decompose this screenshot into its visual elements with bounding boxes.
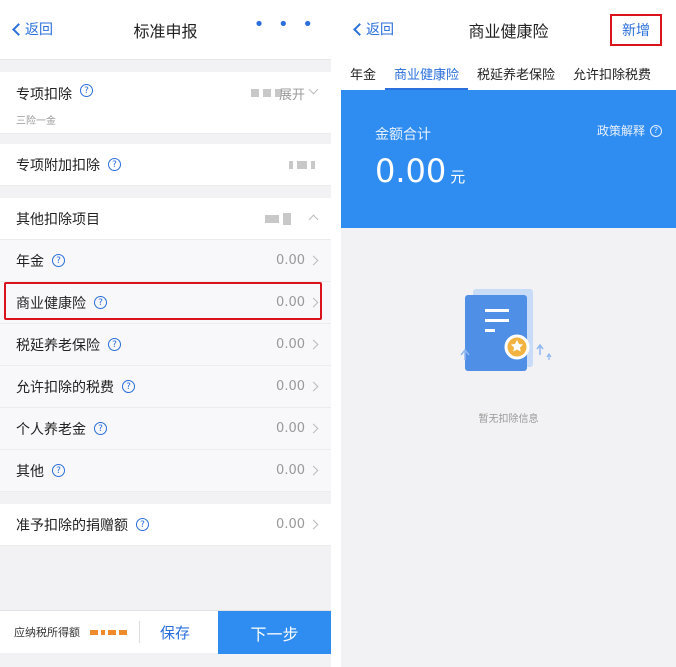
item-value: 0.00	[276, 253, 305, 268]
special-deduction-sub: 三险一金	[16, 116, 56, 127]
policy-explanation-link[interactable]: 政策解释 ?	[597, 122, 662, 139]
amount-number: 0.00	[375, 152, 447, 190]
item-label: 年金	[16, 253, 44, 270]
masked-value	[289, 160, 315, 169]
total-amount-label: 金额合计	[375, 127, 431, 143]
tab-bar: 年金 商业健康险 税延养老保险 允许扣除税费	[341, 60, 676, 90]
chevron-down-icon	[308, 84, 319, 95]
taxable-income-label: 应纳税所得额	[14, 626, 80, 639]
donation-label: 准予扣除的捐赠额	[16, 517, 128, 534]
policy-label: 政策解释	[596, 124, 645, 138]
item-value: 0.00	[276, 463, 305, 478]
chevron-right-icon	[308, 297, 319, 308]
help-icon[interactable]: ?	[80, 84, 93, 97]
total-amount-value: 0.00 元	[375, 152, 465, 190]
item-label: 其他	[16, 463, 44, 480]
divider	[139, 621, 140, 643]
chevron-right-icon	[308, 255, 319, 266]
chevron-right-icon	[308, 519, 319, 530]
list-item-deductible-taxes[interactable]: 允许扣除的税费 ? 0.00	[0, 366, 331, 408]
masked-value	[251, 89, 281, 97]
help-icon[interactable]: ?	[52, 254, 65, 267]
masked-value	[90, 629, 127, 635]
item-value: 0.00	[276, 337, 305, 352]
tab-commercial-health-insurance[interactable]: 商业健康险	[385, 60, 469, 90]
donation-row[interactable]: 准予扣除的捐赠额 ? 0.00	[0, 504, 331, 546]
special-deduction-label: 专项扣除	[16, 87, 72, 103]
chevron-right-icon	[308, 423, 319, 434]
help-icon[interactable]: ?	[52, 464, 65, 477]
commercial-health-insurance-screen: 返回 商业健康险 新增 年金 商业健康险 税延养老保险 允许扣除税费 金额合计 …	[341, 0, 676, 667]
help-icon[interactable]: ?	[136, 518, 149, 531]
chevron-right-icon	[308, 465, 319, 476]
item-value: 0.00	[276, 379, 305, 394]
help-icon[interactable]: ?	[108, 158, 121, 171]
tab-annuity[interactable]: 年金	[341, 60, 385, 90]
right-navbar: 返回 商业健康险 新增	[341, 0, 676, 60]
list-item-tax-deferred-pension[interactable]: 税延养老保险 ? 0.00	[0, 324, 331, 366]
left-navbar: 返回 标准申报 • • •	[0, 0, 331, 60]
item-label: 个人养老金	[16, 421, 86, 438]
tab-deductible-taxes[interactable]: 允许扣除税费	[564, 60, 660, 90]
special-additional-label: 专项附加扣除	[16, 157, 100, 174]
standard-declaration-screen: 返回 标准申报 • • • 专项扣除 ? 三险一金 展开 专项附加扣除 ? 其他…	[0, 0, 331, 667]
donation-value: 0.00	[276, 517, 305, 532]
help-icon[interactable]: ?	[94, 296, 107, 309]
empty-state-text: 暂无扣除信息	[478, 414, 539, 425]
more-menu-button[interactable]: • • •	[254, 14, 317, 35]
other-items-label: 其他扣除项目	[16, 211, 100, 228]
empty-document-icon	[460, 289, 552, 371]
item-value: 0.00	[276, 295, 305, 310]
help-icon[interactable]: ?	[94, 422, 107, 435]
list-item-commercial-health-insurance[interactable]: 商业健康险 ? 0.00	[0, 282, 331, 324]
item-label: 商业健康险	[16, 295, 86, 312]
bottom-action-bar: 应纳税所得额 保存 下一步	[0, 610, 331, 654]
help-icon[interactable]: ?	[122, 380, 135, 393]
tab-tax-deferred-pension[interactable]: 税延养老保险	[468, 60, 564, 90]
chevron-right-icon	[308, 381, 319, 392]
other-items-row[interactable]: 其他扣除项目	[0, 198, 331, 240]
list-item-personal-pension[interactable]: 个人养老金 ? 0.00	[0, 408, 331, 450]
chevron-right-icon	[308, 339, 319, 350]
masked-value	[265, 212, 291, 225]
special-additional-row[interactable]: 专项附加扣除 ?	[0, 144, 331, 186]
amount-unit: 元	[450, 168, 466, 186]
total-amount-card: 金额合计 0.00 元 政策解释 ?	[341, 90, 676, 228]
list-item-other[interactable]: 其他 ? 0.00	[0, 450, 331, 492]
help-icon: ?	[650, 124, 662, 137]
special-deduction-row[interactable]: 专项扣除 ? 三险一金 展开	[0, 72, 331, 134]
save-button[interactable]: 保存	[160, 622, 190, 643]
chevron-up-icon	[308, 214, 319, 225]
add-new-button[interactable]: 新增	[610, 14, 662, 46]
item-label: 税延养老保险	[16, 337, 100, 354]
item-label: 允许扣除的税费	[16, 379, 114, 396]
item-value: 0.00	[276, 421, 305, 436]
help-icon[interactable]: ?	[108, 338, 121, 351]
expand-toggle-label[interactable]: 展开	[279, 84, 305, 103]
next-step-button[interactable]: 下一步	[218, 611, 331, 654]
list-item-annuity[interactable]: 年金 ? 0.00	[0, 240, 331, 282]
